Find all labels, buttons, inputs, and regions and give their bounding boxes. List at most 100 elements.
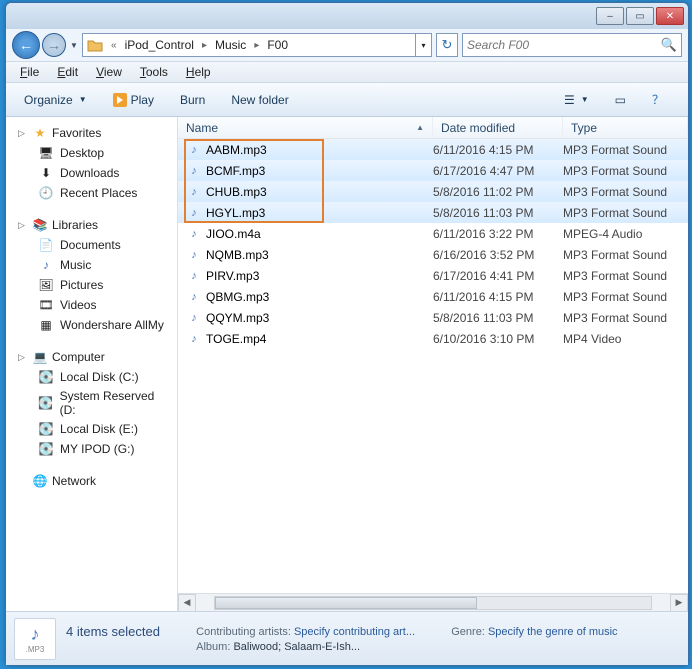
view-options-button[interactable]: ☰ ▼ [554,89,599,111]
nav-item-documents[interactable]: 📄Documents [6,235,177,255]
file-row[interactable]: ♪QBMG.mp36/11/2016 4:15 PMMP3 Format Sou… [178,286,688,307]
col-type[interactable]: Type [563,117,688,138]
breadcrumb[interactable]: « iPod_Control ▸ Music ▸ F00 ▾ [82,33,432,57]
nav-item-disk-c[interactable]: 💽Local Disk (C:) [6,367,177,387]
nav-item-recent[interactable]: 🕘Recent Places [6,183,177,203]
back-button[interactable]: ← [12,31,40,59]
file-row[interactable]: ♪PIRV.mp36/17/2016 4:41 PMMP3 Format Sou… [178,265,688,286]
col-name[interactable]: Name▲ [178,117,433,138]
horizontal-scrollbar[interactable]: ◀ ▶ [178,593,688,611]
scroll-track[interactable] [214,596,652,610]
file-row[interactable]: ♪BCMF.mp36/17/2016 4:47 PMMP3 Format Sou… [178,160,688,181]
chevron-right-icon[interactable]: ▸ [198,40,211,51]
audio-file-icon: ♪ [186,142,202,158]
nav-item-downloads[interactable]: ⬇Downloads [6,163,177,183]
refresh-button[interactable]: ↻ [436,33,458,57]
menu-tools[interactable]: Tools [132,63,176,81]
nav-item-desktop[interactable]: 🖥Desktop [6,143,177,163]
nav-history-dropdown[interactable]: ▼ [68,35,80,55]
scroll-right-button[interactable]: ▶ [670,594,688,612]
col-date[interactable]: Date modified [433,117,563,138]
body: ▷★Favorites 🖥Desktop ⬇Downloads 🕘Recent … [6,117,688,611]
burn-button[interactable]: Burn [170,89,215,111]
file-date: 6/17/2016 4:47 PM [433,164,563,178]
album-label: Album: [196,641,230,653]
preview-pane-button[interactable]: ▭ [605,89,636,111]
nav-group-favorites[interactable]: ▷★Favorites [6,123,177,143]
breadcrumb-seg-2[interactable]: F00 [263,38,292,52]
file-row[interactable]: ♪HGYL.mp35/8/2016 11:03 PMMP3 Format Sou… [178,202,688,223]
breadcrumb-seg-0[interactable]: iPod_Control [121,38,198,52]
nav-item-disk-d[interactable]: 💽System Reserved (D: [6,387,177,419]
chevron-down-icon: ▼ [79,95,87,104]
help-button[interactable]: ？ [642,87,674,112]
genre-value[interactable]: Specify the genre of music [488,626,618,638]
file-row[interactable]: ♪AABM.mp36/11/2016 4:15 PMMP3 Format Sou… [178,139,688,160]
audio-file-icon: ♪ [186,163,202,179]
file-name: JIOO.m4a [206,227,261,241]
search-icon[interactable]: 🔍 [661,37,677,53]
nav-item-music[interactable]: ♪Music [6,255,177,275]
disk-icon: 💽 [38,395,54,411]
audio-file-icon: ♪ [186,331,202,347]
minimize-button[interactable]: – [596,7,624,25]
nav-group-network[interactable]: 🌐Network [6,471,177,491]
new-folder-button[interactable]: New folder [221,89,298,111]
file-row[interactable]: ♪QQYM.mp35/8/2016 11:03 PMMP3 Format Sou… [178,307,688,328]
menu-file[interactable]: File [12,63,47,81]
file-type: MP3 Format Sound [563,185,688,199]
chevron-right-icon[interactable]: ▸ [250,40,263,51]
nav-group-computer[interactable]: ▷💻Computer [6,347,177,367]
search-box[interactable]: 🔍 [462,33,682,57]
menu-edit[interactable]: Edit [49,63,86,81]
file-type: MP3 Format Sound [563,143,688,157]
nav-pane: ▷★Favorites 🖥Desktop ⬇Downloads 🕘Recent … [6,117,178,611]
nav-item-videos[interactable]: 🎞Videos [6,295,177,315]
file-date: 6/11/2016 4:15 PM [433,143,563,157]
address-bar: ← → ▼ « iPod_Control ▸ Music ▸ F00 ▾ ↻ 🔍 [6,29,688,61]
breadcrumb-dropdown[interactable]: ▾ [415,34,431,56]
file-type: MP3 Format Sound [563,206,688,220]
collapse-icon: ▷ [18,220,28,231]
nav-item-disk-e[interactable]: 💽Local Disk (E:) [6,419,177,439]
nav-item-wondershare[interactable]: ▦Wondershare AllMy [6,315,177,335]
audio-file-icon: ♪ [186,268,202,284]
details-thumbnail: ♪.MP3 [14,618,56,660]
file-name: TOGE.mp4 [206,332,266,346]
column-headers: Name▲ Date modified Type [178,117,688,139]
album-value[interactable]: Baliwood; Salaam-E-Ish... [233,641,360,653]
toolbar: Organize▼ Play Burn New folder ☰ ▼ ▭ ？ [6,83,688,117]
artists-value[interactable]: Specify contributing art... [294,626,415,638]
collapse-icon: ▷ [18,128,28,139]
audio-file-icon: ♪ [186,205,202,221]
file-row[interactable]: ♪CHUB.mp35/8/2016 11:02 PMMP3 Format Sou… [178,181,688,202]
scroll-left-button[interactable]: ◀ [178,594,196,612]
breadcrumb-seg-1[interactable]: Music [211,38,250,52]
file-type: MP3 Format Sound [563,311,688,325]
search-input[interactable] [467,38,661,52]
star-icon: ★ [32,125,48,141]
nav-item-disk-g[interactable]: 💽MY IPOD (G:) [6,439,177,459]
computer-icon: 💻 [32,349,48,365]
file-list[interactable]: ♪AABM.mp36/11/2016 4:15 PMMP3 Format Sou… [178,139,688,593]
file-date: 5/8/2016 11:02 PM [433,185,563,199]
details-pane: ♪.MP3 4 items selected Contributing arti… [6,611,688,665]
breadcrumb-prefix[interactable]: « [107,40,121,51]
folder-icon [86,36,104,54]
file-row[interactable]: ♪TOGE.mp46/10/2016 3:10 PMMP4 Video [178,328,688,349]
nav-item-pictures[interactable]: 🖼Pictures [6,275,177,295]
maximize-button[interactable]: ▭ [626,7,654,25]
close-button[interactable]: ✕ [656,7,684,25]
file-row[interactable]: ♪NQMB.mp36/16/2016 3:52 PMMP3 Format Sou… [178,244,688,265]
forward-button[interactable]: → [42,33,66,57]
play-button[interactable]: Play [103,89,164,111]
scroll-thumb[interactable] [215,597,477,609]
sort-asc-icon: ▲ [416,123,424,132]
file-pane: Name▲ Date modified Type ♪AABM.mp36/11/2… [178,117,688,611]
menu-help[interactable]: Help [178,63,219,81]
organize-button[interactable]: Organize▼ [14,89,97,111]
menu-view[interactable]: View [88,63,130,81]
file-row[interactable]: ♪JIOO.m4a6/11/2016 3:22 PMMPEG-4 Audio [178,223,688,244]
nav-group-libraries[interactable]: ▷📚Libraries [6,215,177,235]
videos-icon: 🎞 [38,297,54,313]
